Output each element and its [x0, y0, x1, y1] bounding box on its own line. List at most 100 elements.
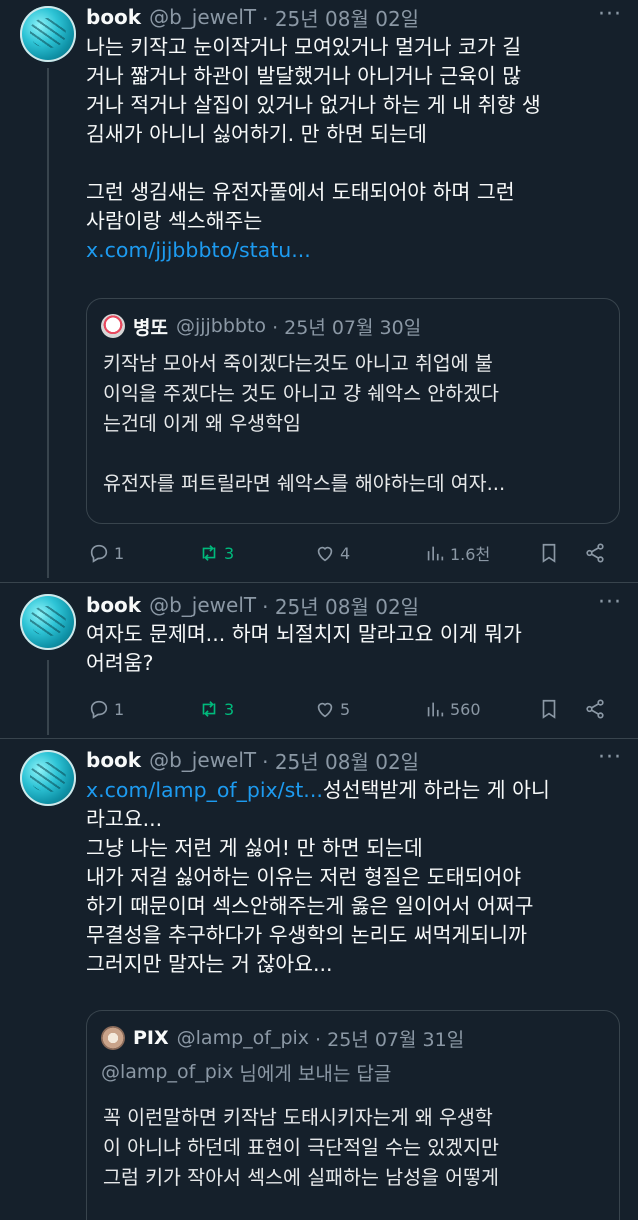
thread-line [47, 68, 49, 578]
more-options-icon[interactable]: ··· [598, 2, 622, 27]
tweet-text-line: 여자도 문제며... 하며 뇌절치지 말라고요 이게 뭐가 [86, 622, 522, 646]
share-button[interactable] [584, 538, 610, 568]
tweet-header: book @b_jewelT · 25년 08월 02일 [86, 745, 419, 775]
quoted-handle: @jjjbbbto [175, 315, 267, 337]
tweet-text-fragment: 성선택받게 하라는 게 아니 [322, 778, 550, 802]
reply-count: 1 [114, 543, 125, 563]
more-options-icon[interactable]: ··· [598, 745, 622, 770]
quoted-tweet-header: PIX @lamp_of_pix · 25년 07월 31일 [101, 1023, 464, 1053]
like-count: 4 [340, 543, 351, 563]
tweet-text-line: 그냥 나는 저런 게 싫어! 만 하면 되는데 [86, 836, 423, 860]
thread-line [47, 660, 49, 735]
quoted-text-line: 키작남 모아서 죽이겠다는것도 아니고 취업에 불 [103, 352, 493, 375]
quoted-tweet[interactable]: 병또 @jjjbbbto · 25년 07월 30일 키작남 모아서 죽이겠다는… [86, 298, 620, 524]
quoted-tweet-text: 키작남 모아서 죽이겠다는것도 아니고 취업에 불 이익을 주겠다는 것도 아니… [103, 349, 608, 499]
tweet-text-line: 어려움? [86, 651, 154, 675]
tweet-text-line: 하기 때문이며 섹스안해주는게 옳은 일이어서 어쩌구 [86, 894, 534, 918]
tweet-header: book @b_jewelT · 25년 08월 02일 [86, 590, 419, 620]
retweet-button[interactable]: 3 [198, 694, 234, 724]
reply-to-label: 님에게 보내는 답글 [233, 1062, 392, 1085]
quoted-text-line: 꼭 이런말하면 키작남 도태시키자는게 왜 우생학 [103, 1106, 493, 1129]
timestamp[interactable]: · 25년 08월 02일 [262, 3, 419, 32]
share-button[interactable] [584, 694, 610, 724]
tweet-text: x.com/lamp_of_pix/st...성선택받게 하라는 게 아니 라고… [86, 776, 616, 979]
retweet-button[interactable]: 3 [198, 538, 234, 568]
views-icon [427, 546, 444, 561]
bookmark-icon [542, 699, 556, 719]
heart-icon [317, 546, 333, 562]
quoted-tweet-header: 병또 @jjjbbbto · 25년 07월 30일 [101, 311, 421, 341]
quoted-text-line: 그럼 키가 작아서 섹스에 실패하는 남성을 어떻게 [103, 1166, 499, 1189]
avatar[interactable] [20, 6, 76, 62]
display-name[interactable]: book [86, 748, 141, 772]
display-name[interactable]: book [86, 5, 141, 29]
quoted-display-name: 병또 [133, 316, 168, 339]
bookmark-button[interactable] [538, 538, 564, 568]
quoted-text-line: 는건데 이게 왜 우생학임 [103, 412, 301, 435]
quoted-text-line: 이익을 주겠다는 것도 아니고 걍 쉐악스 안하겠다 [103, 382, 499, 405]
tweet-actions: 1 3 4 1.6천 [86, 538, 620, 568]
handle[interactable]: @b_jewelT [149, 593, 256, 617]
divider [0, 738, 638, 739]
views-button[interactable]: 560 [424, 694, 481, 724]
reply-button[interactable]: 1 [88, 538, 124, 568]
divider [0, 582, 638, 583]
tweet-text-line: 라고요... [86, 807, 163, 831]
like-count: 5 [340, 699, 351, 719]
views-icon [427, 702, 444, 717]
reply-button[interactable]: 1 [88, 694, 124, 724]
view-count: 1.6천 [450, 545, 491, 564]
tweet-text-line: 김새가 아니니 싫어하기. 만 하면 되는데 [86, 122, 427, 146]
tweet-text-line: 무결성을 추구하다가 우생학의 논리도 써먹게되니까 [86, 923, 527, 947]
tweet-text-line: 내가 저걸 싫어하는 이유는 저런 형질은 도태되어야 [86, 865, 522, 889]
tweet-text-line: 그러지만 말자는 거 잖아요... [86, 952, 333, 976]
retweet-icon [202, 701, 216, 717]
like-button[interactable]: 4 [314, 538, 350, 568]
quoted-timestamp: · 25년 07월 30일 [272, 316, 422, 339]
heart-icon [317, 702, 333, 718]
view-count: 560 [450, 699, 481, 719]
reply-icon [90, 700, 108, 719]
bookmark-button[interactable] [538, 694, 564, 724]
quoted-display-name: PIX [133, 1027, 169, 1049]
quoted-handle: @lamp_of_pix [176, 1027, 310, 1049]
tweet-link[interactable]: x.com/jjjbbbto/statu... [86, 236, 616, 265]
reply-count: 1 [114, 699, 125, 719]
tweet-text-line: 거나 짧거나 하관이 발달했거나 아니거나 근육이 많 [86, 64, 522, 88]
quoted-avatar [101, 314, 125, 338]
retweet-icon [202, 545, 216, 561]
display-name[interactable]: book [86, 593, 141, 617]
quoted-avatar [101, 1026, 125, 1050]
quoted-timestamp: · 25년 07월 31일 [315, 1028, 465, 1051]
tweet-text-line: 사람이랑 섹스해주는 [86, 209, 263, 233]
share-icon [586, 543, 604, 563]
tweet-header: book @b_jewelT · 25년 08월 02일 [86, 2, 419, 32]
timestamp[interactable]: · 25년 08월 02일 [262, 591, 419, 620]
quoted-tweet-text: 꼭 이런말하면 키작남 도태시키자는게 왜 우생학 이 아니냐 하던데 표현이 … [103, 1103, 608, 1193]
handle[interactable]: @b_jewelT [149, 748, 256, 772]
handle[interactable]: @b_jewelT [149, 5, 256, 29]
retweet-count: 3 [224, 699, 235, 719]
reply-to-handle: @lamp_of_pix [101, 1061, 234, 1083]
tweet-link[interactable]: x.com/lamp_of_pix/st... [86, 778, 323, 802]
quoted-text-line [103, 439, 608, 469]
retweet-count: 3 [224, 543, 235, 563]
more-options-icon[interactable]: ··· [598, 590, 622, 615]
tweet-text: 여자도 문제며... 하며 뇌절치지 말라고요 이게 뭐가 어려움? [86, 620, 616, 678]
tweet-text-line: 그런 생김새는 유전자풀에서 도태되어야 하며 그런 [86, 180, 515, 204]
reply-icon [90, 544, 108, 563]
share-icon [586, 699, 604, 719]
quoted-tweet[interactable]: PIX @lamp_of_pix · 25년 07월 31일 @lamp_of_… [86, 1010, 620, 1220]
views-button[interactable]: 1.6천 [424, 538, 490, 568]
avatar[interactable] [20, 594, 76, 650]
tweet-text: 나는 키작고 눈이작거나 모여있거나 멀거나 코가 길 거나 짧거나 하관이 발… [86, 33, 616, 265]
tweet-text-line: x.com/lamp_of_pix/st...성선택받게 하라는 게 아니 [86, 776, 616, 805]
tweet-text-line: 나는 키작고 눈이작거나 모여있거나 멀거나 코가 길 [86, 35, 522, 59]
timestamp[interactable]: · 25년 08월 02일 [262, 746, 419, 775]
reply-context: @lamp_of_pix 님에게 보내는 답글 [101, 1057, 391, 1087]
quoted-text-line: 유전자를 퍼트릴라면 쉐악스를 해야하는데 여자... [103, 472, 506, 495]
tweet-text-line [86, 149, 616, 178]
like-button[interactable]: 5 [314, 694, 350, 724]
tweet-text-line: 거나 적거나 살집이 있거나 없거나 하는 게 내 취향 생 [86, 93, 541, 117]
avatar[interactable] [20, 750, 76, 806]
